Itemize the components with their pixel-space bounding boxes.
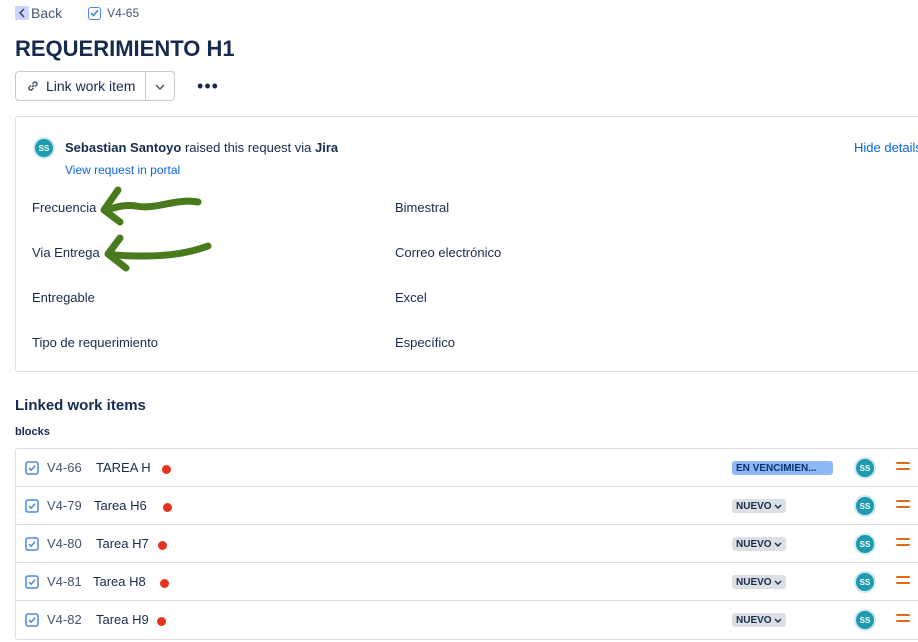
chevron-down-icon <box>155 77 165 95</box>
priority-medium-icon <box>896 614 910 626</box>
priority-dot-icon <box>163 503 172 512</box>
annotation-arrow-via-entrega <box>104 234 212 272</box>
field-label-tipo-requerimiento: Tipo de requerimiento <box>32 335 158 350</box>
linked-item-key[interactable]: V4-82 <box>47 612 82 627</box>
view-request-portal-link[interactable]: View request in portal <box>65 163 180 177</box>
field-value-tipo-requerimiento: Específico <box>395 335 455 350</box>
issue-key-link[interactable]: V4-65 <box>107 6 139 20</box>
link-icon <box>26 79 40 93</box>
relation-type-label: blocks <box>15 426 50 438</box>
linked-item-key[interactable]: V4-81 <box>47 574 82 589</box>
field-value-frecuencia: Bimestral <box>395 200 450 215</box>
status-badge: NUEVO <box>736 538 772 550</box>
status-dropdown[interactable]: NUEVO <box>732 613 786 627</box>
field-label-frecuencia: Frecuencia <box>32 200 97 215</box>
linked-item-key[interactable]: V4-66 <box>47 460 82 475</box>
priority-dot-icon <box>157 617 166 626</box>
back-button[interactable]: Back <box>31 5 62 21</box>
priority-dot-icon <box>158 541 167 550</box>
chevron-down-icon <box>774 580 782 585</box>
chevron-down-icon <box>774 504 782 509</box>
status-badge: NUEVO <box>736 500 772 512</box>
request-channel: Jira <box>315 140 339 155</box>
linked-item-row[interactable]: V4-81 Tarea H8 NUEVO SS <box>16 563 918 601</box>
status-dropdown[interactable]: NUEVO <box>732 537 786 551</box>
checkbox-task-icon <box>25 537 39 556</box>
chevron-down-icon <box>774 542 782 547</box>
field-value-entregable: Excel <box>395 290 427 305</box>
checkbox-task-icon <box>25 613 39 632</box>
priority-medium-icon <box>896 538 910 550</box>
status-dropdown[interactable]: NUEVO <box>732 575 786 589</box>
page-title: REQUERIMIENTO H1 <box>15 36 235 61</box>
priority-dot-icon <box>160 579 169 588</box>
linked-item-summary[interactable]: Tarea H6 <box>94 498 147 513</box>
link-dropdown-button[interactable] <box>146 72 174 100</box>
raised-by-line: Sebastian Santoyo raised this request vi… <box>65 140 338 155</box>
avatar[interactable]: SS <box>854 533 876 555</box>
status-dropdown[interactable]: NUEVO <box>732 499 786 513</box>
chevron-left-icon[interactable] <box>15 6 29 20</box>
chevron-down-icon <box>774 618 782 623</box>
status-badge: NUEVO <box>736 614 772 626</box>
avatar[interactable]: SS <box>854 571 876 593</box>
field-label-entregable: Entregable <box>32 290 95 305</box>
field-value-via-entrega: Correo electrónico <box>395 245 502 260</box>
linked-item-summary[interactable]: TAREA H <box>96 460 151 475</box>
linked-item-key[interactable]: V4-79 <box>47 498 82 513</box>
priority-dot-icon <box>162 465 171 474</box>
avatar[interactable]: SS <box>33 137 55 159</box>
link-work-item-label: Link work item <box>46 78 136 94</box>
linked-work-items-list: V4-66 TAREA H EN VENCIMIEN... SS V4-79 T… <box>15 448 918 640</box>
priority-medium-icon <box>896 462 910 474</box>
avatar[interactable]: SS <box>854 495 876 517</box>
breadcrumb: Back V4-65 <box>15 4 139 22</box>
linked-item-row[interactable]: V4-66 TAREA H EN VENCIMIEN... SS <box>16 449 918 487</box>
linked-item-row[interactable]: V4-82 Tarea H9 NUEVO SS <box>16 601 918 639</box>
linked-item-summary[interactable]: Tarea H8 <box>93 574 146 589</box>
link-work-item-button-group: Link work item <box>15 71 176 101</box>
linked-item-row[interactable]: V4-79 Tarea H6 NUEVO SS <box>16 487 918 525</box>
checkbox-task-icon <box>25 499 39 518</box>
raised-text: raised this request via <box>184 140 312 155</box>
checkbox-task-icon <box>25 575 39 594</box>
priority-medium-icon <box>896 500 910 512</box>
linked-item-row[interactable]: V4-80 Tarea H7 NUEVO SS <box>16 525 918 563</box>
priority-medium-icon <box>896 576 910 588</box>
hide-details-button[interactable]: Hide details <box>854 140 918 155</box>
linked-item-summary[interactable]: Tarea H9 <box>96 612 149 627</box>
checkbox-task-icon <box>88 6 102 20</box>
linked-item-summary[interactable]: Tarea H7 <box>96 536 149 551</box>
link-work-item-button[interactable]: Link work item <box>16 72 147 100</box>
avatar[interactable]: SS <box>854 609 876 631</box>
more-actions-button[interactable]: ••• <box>196 76 220 96</box>
linked-work-items-title: Linked work items <box>15 397 146 414</box>
status-badge: NUEVO <box>736 576 772 588</box>
status-badge[interactable]: EN VENCIMIEN... <box>732 461 833 475</box>
avatar[interactable]: SS <box>854 457 876 479</box>
checkbox-task-icon <box>25 461 39 480</box>
reporter-name[interactable]: Sebastian Santoyo <box>65 140 181 155</box>
linked-item-key[interactable]: V4-80 <box>47 536 82 551</box>
field-label-via-entrega: Via Entrega <box>32 245 100 260</box>
annotation-arrow-frecuencia <box>100 186 202 226</box>
